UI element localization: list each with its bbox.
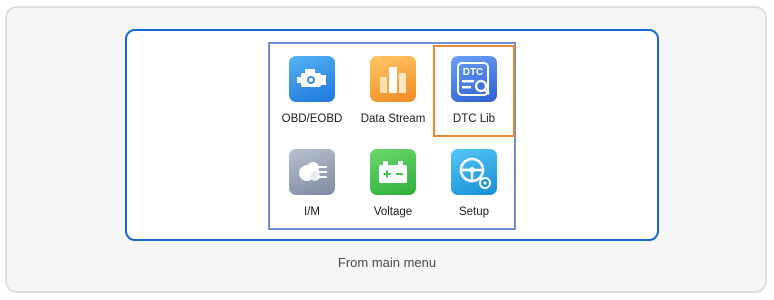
emissions-icon	[289, 149, 335, 195]
menu-item-label: DTC Lib	[452, 113, 496, 125]
menu-item-label: Voltage	[373, 206, 413, 218]
menu-item-setup[interactable]: Setup	[433, 138, 515, 230]
figure-caption: From main menu	[337, 255, 437, 270]
battery-icon	[370, 149, 416, 195]
menu-item-label: OBD/EOBD	[281, 113, 343, 125]
menu-item-data-stream[interactable]: Data Stream	[352, 45, 434, 137]
menu-item-obd-eobd[interactable]: OBD/EOBD	[271, 45, 353, 137]
menu-item-label: Setup	[458, 206, 490, 218]
menu-item-i-m[interactable]: I/M	[271, 138, 353, 230]
bar-chart-icon	[370, 56, 416, 102]
menu-item-label: Data Stream	[360, 113, 426, 125]
menu-item-dtc-lib[interactable]: DTC DTC Lib	[433, 45, 515, 137]
dtc-icon-text: DTC	[463, 67, 484, 78]
dtc-library-icon: DTC	[451, 56, 497, 102]
menu-item-label: I/M	[304, 206, 320, 218]
engine-icon	[289, 56, 335, 102]
steering-wheel-settings-icon	[451, 149, 497, 195]
main-menu-panel: OBD/EOBD Data Stream DTC DTC Lib I/M Vol…	[268, 42, 516, 230]
menu-item-voltage[interactable]: Voltage	[352, 138, 434, 230]
